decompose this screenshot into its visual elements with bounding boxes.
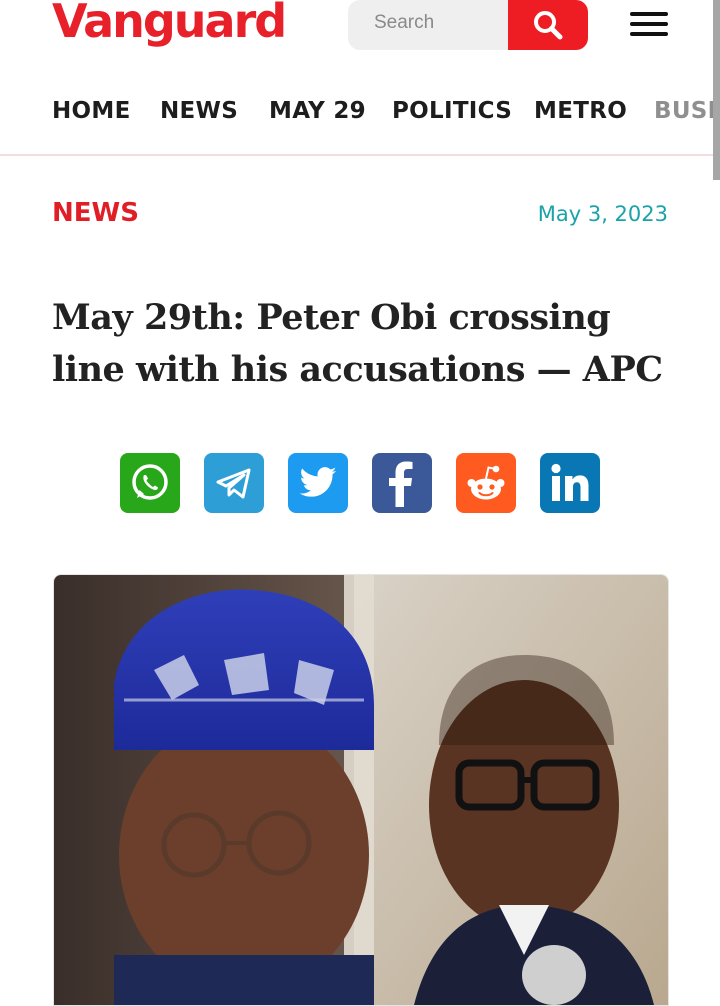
scrollbar-thumb[interactable] (713, 0, 720, 180)
reddit-share-button[interactable] (456, 453, 516, 513)
main-nav: HOME NEWS MAY 29 POLITICS METRO BUSIN (0, 90, 720, 154)
nav-item-news[interactable]: NEWS (160, 98, 238, 124)
telegram-icon (216, 468, 251, 499)
nav-item-metro[interactable]: METRO (534, 98, 627, 124)
article-category[interactable]: NEWS (52, 198, 139, 228)
linkedin-icon (551, 463, 589, 501)
hamburger-menu-icon[interactable] (630, 10, 668, 38)
linkedin-share-button[interactable] (540, 453, 600, 513)
search-input[interactable] (372, 7, 506, 39)
vanguard-logo[interactable]: Vanguard (52, 0, 287, 51)
site-header: Vanguard (0, 0, 720, 60)
twitter-icon (299, 467, 337, 497)
telegram-share-button[interactable] (204, 453, 264, 513)
search-box (348, 0, 508, 50)
hero-photo (54, 575, 668, 1005)
facebook-share-button[interactable] (372, 453, 432, 513)
search-icon (534, 11, 563, 40)
nav-divider (0, 154, 720, 156)
search-button[interactable] (508, 0, 588, 50)
article-date: May 3, 2023 (537, 202, 668, 226)
article-headline: May 29th: Peter Obi crossing line with h… (52, 297, 663, 390)
share-bar (120, 453, 600, 513)
nav-item-may-29[interactable]: MAY 29 (269, 98, 366, 124)
whatsapp-icon (132, 464, 168, 500)
nav-item-home[interactable]: HOME (52, 98, 131, 124)
facebook-icon (389, 461, 413, 507)
reddit-icon (467, 465, 505, 500)
whatsapp-share-button[interactable] (120, 453, 180, 513)
article-hero-image[interactable] (53, 574, 669, 1006)
twitter-share-button[interactable] (288, 453, 348, 513)
nav-item-politics[interactable]: POLITICS (392, 98, 512, 124)
nav-item-business[interactable]: BUSIN (654, 98, 720, 124)
